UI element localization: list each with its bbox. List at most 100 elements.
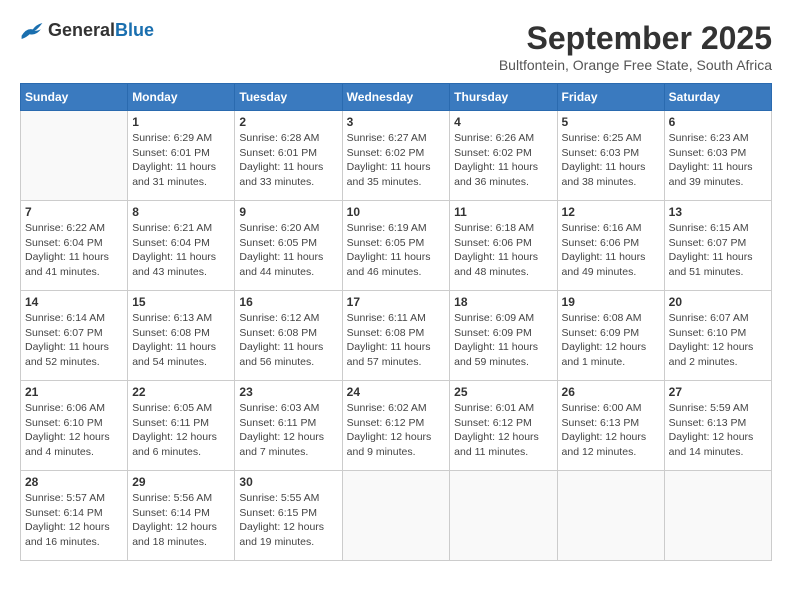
week-row-1: 1 Sunrise: 6:29 AMSunset: 6:01 PMDaylight… <box>21 111 772 201</box>
calendar-cell: 13 Sunrise: 6:15 AMSunset: 6:07 PMDayligh… <box>664 201 771 291</box>
logo-general: General <box>48 20 115 40</box>
day-number: 4 <box>454 115 552 129</box>
day-info: Sunrise: 6:11 AMSunset: 6:08 PMDaylight:… <box>347 311 446 370</box>
weekday-header-friday: Friday <box>557 84 664 111</box>
day-info: Sunrise: 6:18 AMSunset: 6:06 PMDaylight:… <box>454 221 552 280</box>
day-number: 27 <box>669 385 767 399</box>
calendar-cell: 8Sunrise: 6:21 AMSunset: 6:04 PMDaylight… <box>128 201 235 291</box>
calendar-cell: 9 Sunrise: 6:20 AMSunset: 6:05 PMDaylight… <box>235 201 342 291</box>
calendar-cell: 14 Sunrise: 6:14 AMSunset: 6:07 PMDayligh… <box>21 291 128 381</box>
day-info: Sunrise: 6:27 AMSunset: 6:02 PMDaylight:… <box>347 131 446 190</box>
day-info: Sunrise: 6:07 AMSunset: 6:10 PMDaylight:… <box>669 311 767 370</box>
calendar-cell: 16Sunrise: 6:12 AMSunset: 6:08 PMDayligh… <box>235 291 342 381</box>
day-info: Sunrise: 6:20 AMSunset: 6:05 PMDaylight:… <box>239 221 337 280</box>
day-number: 10 <box>347 205 446 219</box>
day-info: Sunrise: 5:55 AMSunset: 6:15 PMDaylight:… <box>239 491 337 550</box>
calendar-cell: 5 Sunrise: 6:25 AMSunset: 6:03 PMDaylight… <box>557 111 664 201</box>
logo-text: GeneralBlue <box>48 20 154 41</box>
day-info: Sunrise: 6:19 AMSunset: 6:05 PMDaylight:… <box>347 221 446 280</box>
day-number: 30 <box>239 475 337 489</box>
day-number: 26 <box>562 385 660 399</box>
day-info: Sunrise: 6:00 AMSunset: 6:13 PMDaylight:… <box>562 401 660 460</box>
day-info: Sunrise: 6:01 AMSunset: 6:12 PMDaylight:… <box>454 401 552 460</box>
day-info: Sunrise: 5:56 AMSunset: 6:14 PMDaylight:… <box>132 491 230 550</box>
day-number: 29 <box>132 475 230 489</box>
weekday-header-saturday: Saturday <box>664 84 771 111</box>
calendar-cell: 27 Sunrise: 5:59 AMSunset: 6:13 PMDayligh… <box>664 381 771 471</box>
calendar-cell: 18Sunrise: 6:09 AMSunset: 6:09 PMDayligh… <box>450 291 557 381</box>
calendar-cell: 3 Sunrise: 6:27 AMSunset: 6:02 PMDaylight… <box>342 111 450 201</box>
day-info: Sunrise: 5:59 AMSunset: 6:13 PMDaylight:… <box>669 401 767 460</box>
day-number: 14 <box>25 295 123 309</box>
day-info: Sunrise: 6:15 AMSunset: 6:07 PMDaylight:… <box>669 221 767 280</box>
day-number: 5 <box>562 115 660 129</box>
day-number: 23 <box>239 385 337 399</box>
day-number: 12 <box>562 205 660 219</box>
calendar-cell: 19 Sunrise: 6:08 AMSunset: 6:09 PMDayligh… <box>557 291 664 381</box>
day-number: 25 <box>454 385 552 399</box>
day-info: Sunrise: 6:16 AMSunset: 6:06 PMDaylight:… <box>562 221 660 280</box>
day-number: 13 <box>669 205 767 219</box>
day-info: Sunrise: 6:06 AMSunset: 6:10 PMDaylight:… <box>25 401 123 460</box>
day-number: 20 <box>669 295 767 309</box>
day-number: 19 <box>562 295 660 309</box>
day-info: Sunrise: 6:08 AMSunset: 6:09 PMDaylight:… <box>562 311 660 370</box>
day-number: 8 <box>132 205 230 219</box>
day-info: Sunrise: 6:26 AMSunset: 6:02 PMDaylight:… <box>454 131 552 190</box>
day-number: 9 <box>239 205 337 219</box>
day-info: Sunrise: 6:14 AMSunset: 6:07 PMDaylight:… <box>25 311 123 370</box>
day-info: Sunrise: 6:29 AMSunset: 6:01 PMDaylight:… <box>132 131 230 190</box>
day-number: 1 <box>132 115 230 129</box>
calendar-cell: 30 Sunrise: 5:55 AMSunset: 6:15 PMDayligh… <box>235 471 342 561</box>
calendar-cell: 29 Sunrise: 5:56 AMSunset: 6:14 PMDayligh… <box>128 471 235 561</box>
calendar-cell <box>450 471 557 561</box>
calendar-cell <box>21 111 128 201</box>
day-info: Sunrise: 6:02 AMSunset: 6:12 PMDaylight:… <box>347 401 446 460</box>
calendar-cell: 7Sunrise: 6:22 AMSunset: 6:04 PMDaylight… <box>21 201 128 291</box>
day-number: 17 <box>347 295 446 309</box>
day-number: 11 <box>454 205 552 219</box>
calendar-cell: 21 Sunrise: 6:06 AMSunset: 6:10 PMDayligh… <box>21 381 128 471</box>
day-number: 15 <box>132 295 230 309</box>
calendar-cell: 4 Sunrise: 6:26 AMSunset: 6:02 PMDaylight… <box>450 111 557 201</box>
calendar-cell: 2Sunrise: 6:28 AMSunset: 6:01 PMDaylight… <box>235 111 342 201</box>
calendar-cell <box>664 471 771 561</box>
weekday-header-thursday: Thursday <box>450 84 557 111</box>
calendar-cell: 17 Sunrise: 6:11 AMSunset: 6:08 PMDayligh… <box>342 291 450 381</box>
calendar-cell: 12 Sunrise: 6:16 AMSunset: 6:06 PMDayligh… <box>557 201 664 291</box>
calendar-cell: 1 Sunrise: 6:29 AMSunset: 6:01 PMDaylight… <box>128 111 235 201</box>
calendar-cell <box>557 471 664 561</box>
weekday-header-monday: Monday <box>128 84 235 111</box>
calendar-cell: 22 Sunrise: 6:05 AMSunset: 6:11 PMDayligh… <box>128 381 235 471</box>
day-number: 3 <box>347 115 446 129</box>
weekday-header-wednesday: Wednesday <box>342 84 450 111</box>
calendar-cell: 24Sunrise: 6:02 AMSunset: 6:12 PMDayligh… <box>342 381 450 471</box>
calendar-cell: 23 Sunrise: 6:03 AMSunset: 6:11 PMDayligh… <box>235 381 342 471</box>
day-info: Sunrise: 6:05 AMSunset: 6:11 PMDaylight:… <box>132 401 230 460</box>
day-info: Sunrise: 6:12 AMSunset: 6:08 PMDaylight:… <box>239 311 337 370</box>
calendar-cell: 10 Sunrise: 6:19 AMSunset: 6:05 PMDayligh… <box>342 201 450 291</box>
day-info: Sunrise: 6:09 AMSunset: 6:09 PMDaylight:… <box>454 311 552 370</box>
weekday-header-sunday: Sunday <box>21 84 128 111</box>
calendar-table: SundayMondayTuesdayWednesdayThursdayFrid… <box>20 83 772 561</box>
calendar-cell: 6Sunrise: 6:23 AMSunset: 6:03 PMDaylight… <box>664 111 771 201</box>
week-row-4: 21 Sunrise: 6:06 AMSunset: 6:10 PMDayligh… <box>21 381 772 471</box>
day-info: Sunrise: 6:22 AMSunset: 6:04 PMDaylight:… <box>25 221 123 280</box>
day-number: 22 <box>132 385 230 399</box>
week-row-5: 28Sunrise: 5:57 AMSunset: 6:14 PMDayligh… <box>21 471 772 561</box>
day-number: 6 <box>669 115 767 129</box>
calendar-cell: 28Sunrise: 5:57 AMSunset: 6:14 PMDayligh… <box>21 471 128 561</box>
day-info: Sunrise: 5:57 AMSunset: 6:14 PMDaylight:… <box>25 491 123 550</box>
day-number: 2 <box>239 115 337 129</box>
day-info: Sunrise: 6:03 AMSunset: 6:11 PMDaylight:… <box>239 401 337 460</box>
page-header: GeneralBlue September 2025 Bultfontein, … <box>20 20 772 73</box>
calendar-cell: 26 Sunrise: 6:00 AMSunset: 6:13 PMDayligh… <box>557 381 664 471</box>
day-info: Sunrise: 6:25 AMSunset: 6:03 PMDaylight:… <box>562 131 660 190</box>
calendar-cell: 11 Sunrise: 6:18 AMSunset: 6:06 PMDayligh… <box>450 201 557 291</box>
week-row-3: 14 Sunrise: 6:14 AMSunset: 6:07 PMDayligh… <box>21 291 772 381</box>
month-title: September 2025 <box>499 20 772 57</box>
logo: GeneralBlue <box>20 20 154 41</box>
calendar-cell: 20 Sunrise: 6:07 AMSunset: 6:10 PMDayligh… <box>664 291 771 381</box>
day-number: 21 <box>25 385 123 399</box>
logo-icon <box>20 21 44 41</box>
